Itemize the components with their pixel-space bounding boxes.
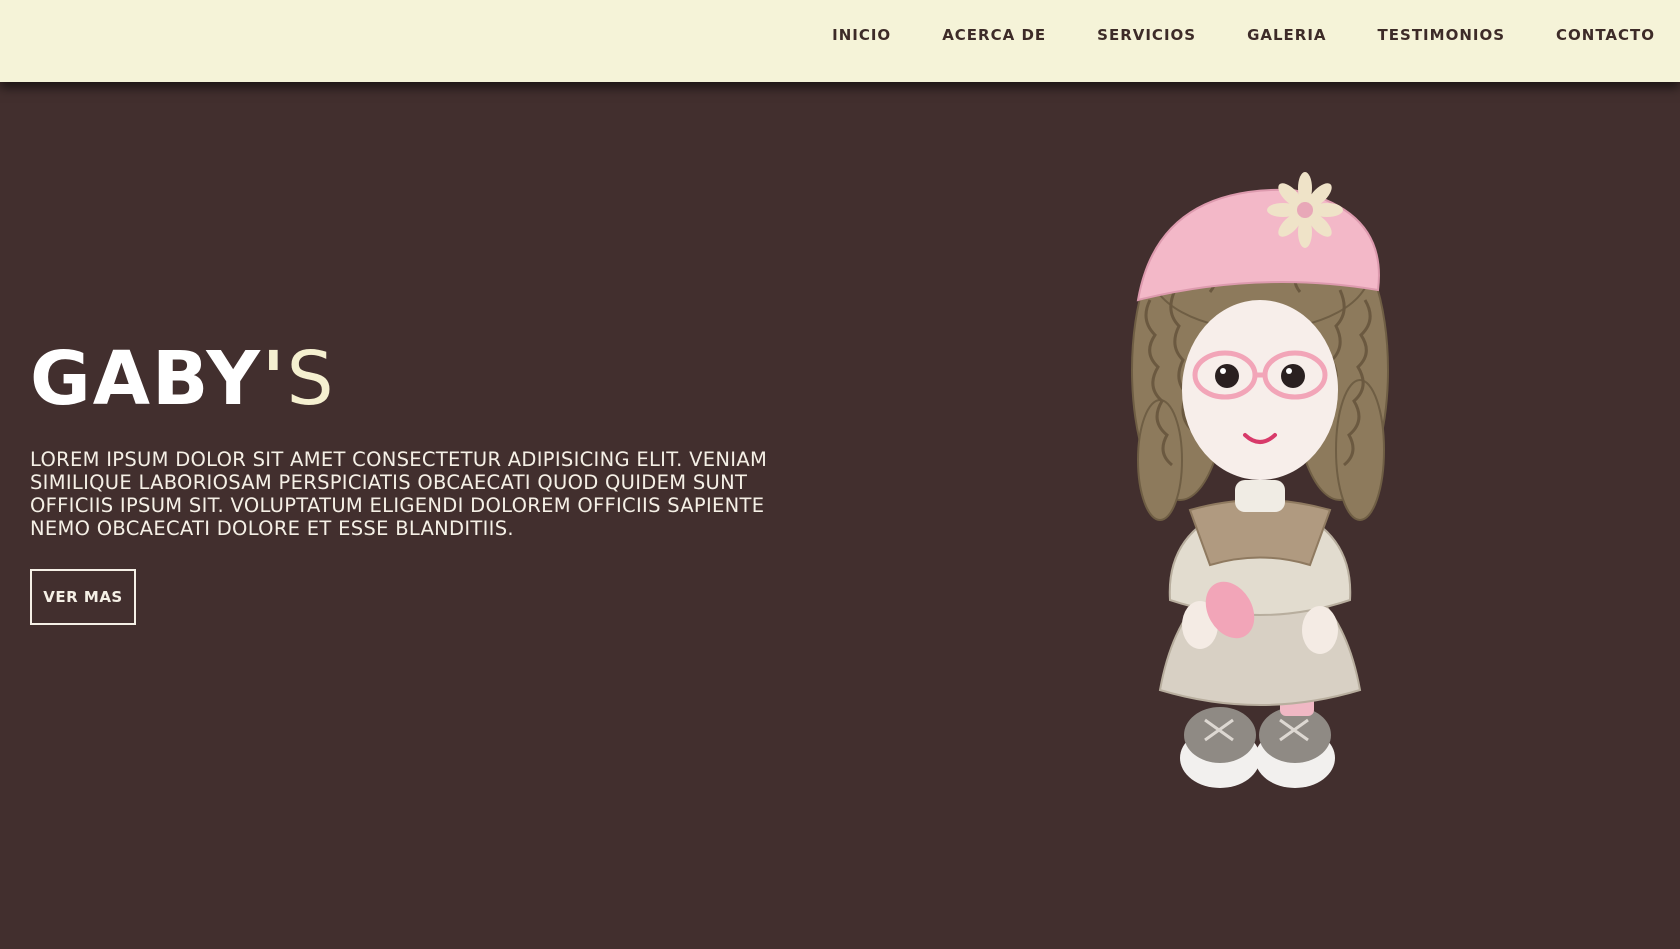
brand-title-suffix: S [286, 336, 336, 422]
ver-mas-button[interactable]: VER MAS [30, 569, 136, 625]
brand-title-main: GABY [30, 336, 262, 422]
hero-section: GABY'S LOREM IPSUM DOLOR SIT AMET CONSEC… [0, 82, 1680, 949]
navbar: INICIO ACERCA DE SERVICIOS GALERIA TESTI… [0, 0, 1680, 82]
nav-link-testimonios[interactable]: TESTIMONIOS [1378, 24, 1505, 46]
nav-link-acerca-de[interactable]: ACERCA DE [942, 24, 1046, 46]
nav-link-inicio[interactable]: INICIO [832, 24, 891, 46]
nav-link-servicios[interactable]: SERVICIOS [1097, 24, 1196, 46]
nav-link-galeria[interactable]: GALERIA [1247, 24, 1326, 46]
brand-title: GABY'S [30, 342, 336, 416]
brand-title-apostrophe: ' [261, 336, 287, 422]
doll-figurine-image [1131, 172, 1389, 788]
nav-menu: INICIO ACERCA DE SERVICIOS GALERIA TESTI… [781, 24, 1655, 46]
hero-description: LOREM IPSUM DOLOR SIT AMET CONSECTETUR A… [30, 448, 768, 540]
nav-link-contacto[interactable]: CONTACTO [1556, 24, 1655, 46]
